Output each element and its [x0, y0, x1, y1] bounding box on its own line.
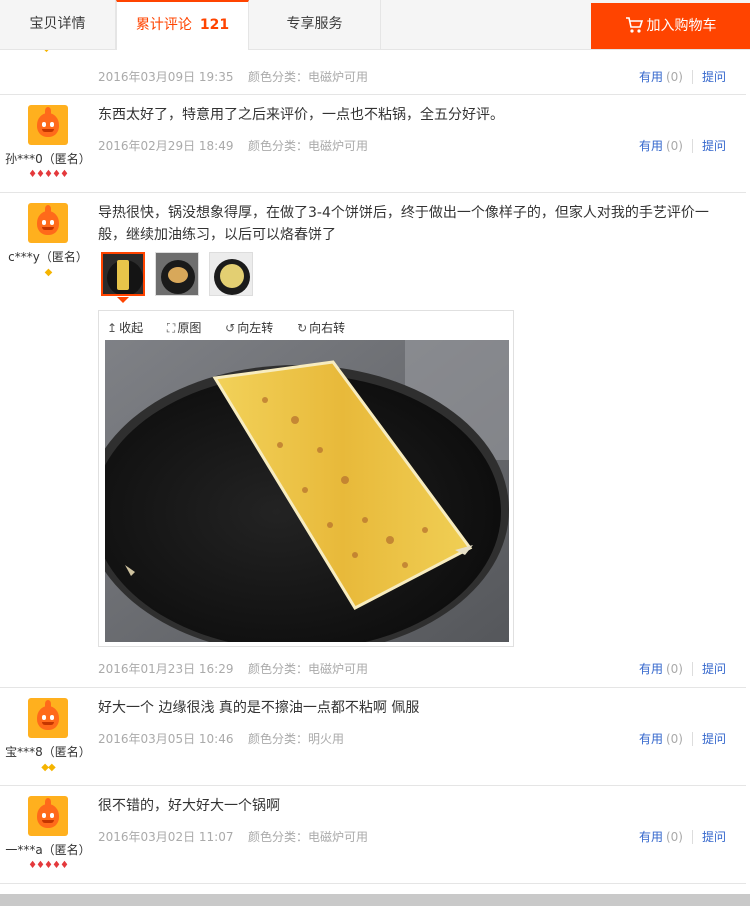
- tab-details[interactable]: 宝贝详情: [0, 0, 116, 49]
- rotate-left-button[interactable]: ↺ 向左转: [225, 321, 283, 335]
- useful-count: (0): [665, 70, 683, 84]
- reply-button[interactable]: 提问: [702, 830, 726, 844]
- reviewer-nick: 一***a（匿名）: [5, 843, 91, 857]
- rotate-right-button[interactable]: ↻ 向右转: [297, 321, 355, 335]
- avatar[interactable]: [28, 698, 68, 738]
- review-text: 东西太好了，特意用了之后来评价，一点也不粘锅，全五分好评。: [98, 107, 504, 123]
- rank-icon: ◆◆: [41, 762, 55, 773]
- expand-icon: ⛶: [166, 321, 176, 335]
- divider: [691, 70, 693, 84]
- review-text: 导热很快，锅没想象得厚，在做了3-4个饼饼后，终于做出一个像样子的，但家人对我的…: [98, 205, 709, 243]
- useful-count: (0): [665, 732, 683, 746]
- tab-reviews-count: 121: [199, 17, 230, 33]
- review-actions: 有用 (0) 提问: [639, 730, 726, 747]
- avatar[interactable]: [28, 105, 68, 145]
- add-to-cart-label: 加入购物车: [646, 18, 717, 34]
- avatar[interactable]: [28, 796, 68, 836]
- reviewer: 一***a（匿名） ♦♦♦♦♦: [0, 796, 96, 872]
- reviewer: 孙***0（匿名） ♦♦♦♦♦: [0, 105, 96, 181]
- review-item: 孙***0（匿名） ♦♦♦♦♦ 东西太好了，特意用了之后来评价，一点也不粘锅，全…: [0, 95, 746, 193]
- tab-reviews[interactable]: 累计评论 121: [116, 0, 249, 50]
- review-date: 2016年02月29日 18:49: [98, 139, 234, 153]
- reply-button[interactable]: 提问: [702, 662, 726, 676]
- reviewer: c***y（匿名） ◆: [0, 203, 96, 279]
- useful-count: (0): [665, 139, 683, 153]
- review-meta: 2016年03月05日 10:46 颜色分类：明火用: [98, 730, 344, 747]
- useful-button[interactable]: 有用: [639, 830, 663, 844]
- selected-thumb-indicator: [117, 297, 129, 303]
- review-item: 宝***8（匿名） ◆◆ 好大一个 边缘很浅 真的是不擦油一点都不粘啊 佩服 2…: [0, 688, 746, 786]
- review-meta: 2016年01月23日 16:29 颜色分类：电磁炉可用: [98, 660, 368, 677]
- reviewer: 宝***8（匿名） ◆◆: [0, 698, 96, 774]
- add-to-cart-button[interactable]: 加入购物车: [591, 3, 750, 49]
- reply-button[interactable]: 提问: [702, 139, 726, 153]
- rank-icon: ♦♦♦♦♦: [28, 169, 69, 180]
- tab-bar: 宝贝详情 累计评论 121 专享服务 加入购物车: [0, 0, 750, 50]
- useful-button[interactable]: 有用: [639, 662, 663, 676]
- rotate-left-icon: ↺: [225, 321, 236, 335]
- review-date: 2016年01月23日 16:29: [98, 662, 234, 676]
- useful-count: (0): [665, 830, 683, 844]
- page-footer-bar: [0, 894, 750, 906]
- review-thumbnail[interactable]: [155, 252, 199, 296]
- review-spec: 颜色分类：明火用: [248, 732, 345, 746]
- review-actions: 有用 (0) 提问: [639, 660, 726, 677]
- useful-button[interactable]: 有用: [639, 70, 663, 84]
- useful-count: (0): [665, 662, 683, 676]
- review-meta: 2016年03月09日 19:35 颜色分类：电磁炉可用: [98, 68, 368, 85]
- review-thumbnail[interactable]: [101, 252, 145, 296]
- useful-button[interactable]: 有用: [639, 732, 663, 746]
- review-date: 2016年03月02日 11:07: [98, 830, 234, 844]
- review-date: 2016年03月09日 19:35: [98, 70, 234, 84]
- collapse-button[interactable]: ↥ 收起: [107, 321, 153, 335]
- original-image-button[interactable]: ⛶ 原图: [167, 321, 211, 335]
- review-photo[interactable]: [105, 340, 509, 642]
- review-meta: 2016年02月29日 18:49 颜色分类：电磁炉可用: [98, 137, 368, 154]
- useful-button[interactable]: 有用: [639, 139, 663, 153]
- image-viewer: ↥ 收起 ⛶ 原图 ↺ 向左转 ↻ 向右转: [98, 310, 514, 647]
- reviewer-nick: 宝***8（匿名）: [5, 745, 91, 759]
- review-thumbnail[interactable]: [209, 252, 253, 296]
- review-date: 2016年03月05日 10:46: [98, 732, 234, 746]
- rotate-right-icon: ↻: [297, 321, 308, 335]
- tab-reviews-label: 累计评论: [135, 17, 192, 33]
- review-spec: 颜色分类：电磁炉可用: [248, 70, 369, 84]
- review-actions: 有用 (0) 提问: [639, 828, 726, 845]
- review-spec: 颜色分类：电磁炉可用: [248, 830, 369, 844]
- review-actions: 有用 (0) 提问: [639, 68, 726, 85]
- review-text: 很不错的，好大好大一个锅啊: [98, 798, 280, 814]
- review-meta: 2016年03月02日 11:07 颜色分类：电磁炉可用: [98, 828, 368, 845]
- reply-button[interactable]: 提问: [702, 732, 726, 746]
- reviewer-nick: c***y（匿名）: [8, 250, 88, 264]
- cart-icon: [625, 17, 643, 33]
- viewer-toolbar: ↥ 收起 ⛶ 原图 ↺ 向左转 ↻ 向右转: [107, 319, 365, 336]
- review-text: 好大一个 边缘很浅 真的是不擦油一点都不粘啊 佩服: [98, 700, 420, 716]
- avatar[interactable]: [28, 203, 68, 243]
- review-spec: 颜色分类：电磁炉可用: [248, 662, 369, 676]
- divider: [691, 139, 693, 153]
- collapse-icon: ↥: [107, 321, 118, 335]
- review-item: c***y（匿名） ◆ 导热很快，锅没想象得厚，在做了3-4个饼饼后，终于做出一…: [0, 193, 746, 688]
- reply-button[interactable]: 提问: [702, 70, 726, 84]
- divider: [691, 732, 693, 746]
- divider: [691, 830, 693, 844]
- review-spec: 颜色分类：电磁炉可用: [248, 139, 369, 153]
- divider: [691, 662, 693, 676]
- reviewer-nick: 孙***0（匿名）: [5, 152, 91, 166]
- review-actions: 有用 (0) 提问: [639, 137, 726, 154]
- review-item: 一***a（匿名） ♦♦♦♦♦ 很不错的，好大好大一个锅啊 2016年03月02…: [0, 786, 746, 884]
- rank-icon: ◆: [44, 267, 53, 278]
- tab-service[interactable]: 专享服务: [249, 0, 381, 49]
- rank-icon: ♦♦♦♦♦: [28, 860, 69, 871]
